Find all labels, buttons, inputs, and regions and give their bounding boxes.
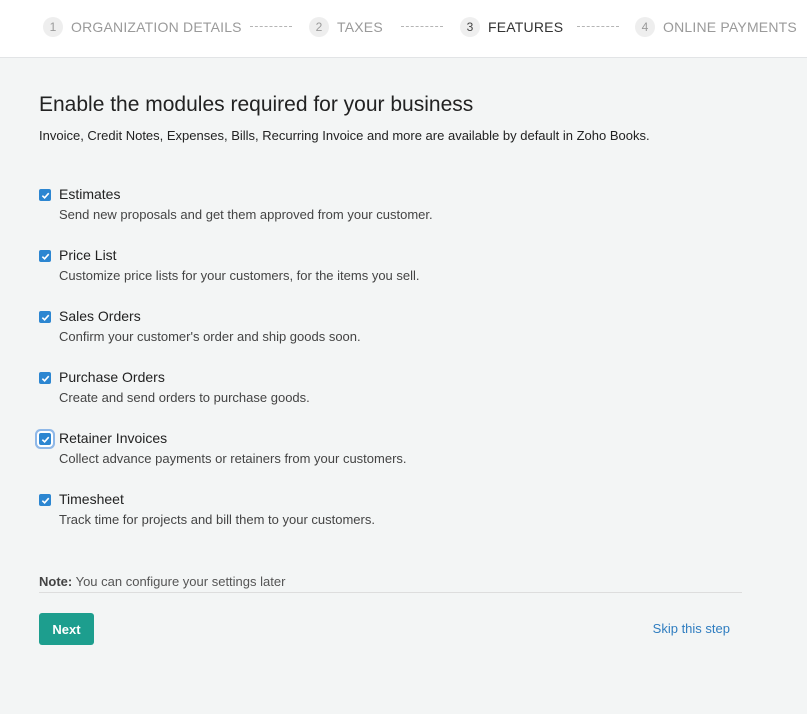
step-label: ONLINE PAYMENTS <box>663 18 797 35</box>
feature-title: Retainer Invoices <box>59 430 168 446</box>
settings-note: Note: You can configure your settings la… <box>39 574 742 593</box>
check-icon <box>41 436 49 443</box>
feature-title: Estimates <box>59 186 121 202</box>
step-separator <box>401 26 443 27</box>
step-online-payments: 4 ONLINE PAYMENTS <box>635 16 797 37</box>
feature-timesheet: Timesheet Track time for projects and bi… <box>39 491 639 539</box>
step-number: 4 <box>635 16 655 37</box>
feature-title: Sales Orders <box>59 308 141 324</box>
feature-price-list: Price List Customize price lists for you… <box>39 247 639 295</box>
step-number: 3 <box>460 16 480 37</box>
step-taxes: 2 TAXES <box>309 16 383 37</box>
page-title: Enable the modules required for your bus… <box>39 93 474 116</box>
step-separator <box>250 26 292 27</box>
page-subtitle: Invoice, Credit Notes, Expenses, Bills, … <box>39 128 650 143</box>
feature-description: Collect advance payments or retainers fr… <box>59 451 407 466</box>
feature-title: Timesheet <box>59 491 124 507</box>
price-list-checkbox[interactable] <box>39 250 51 262</box>
retainer-invoices-checkbox[interactable] <box>39 433 51 445</box>
estimates-checkbox[interactable] <box>39 189 51 201</box>
feature-description: Send new proposals and get them approved… <box>59 207 433 222</box>
check-icon <box>41 192 49 199</box>
timesheet-checkbox[interactable] <box>39 494 51 506</box>
sales-orders-checkbox[interactable] <box>39 311 51 323</box>
feature-description: Create and send orders to purchase goods… <box>59 390 310 405</box>
feature-description: Track time for projects and bill them to… <box>59 512 375 527</box>
check-icon <box>41 375 49 382</box>
feature-purchase-orders: Purchase Orders Create and send orders t… <box>39 369 639 417</box>
step-separator <box>577 26 619 27</box>
feature-title: Price List <box>59 247 117 263</box>
feature-description: Customize price lists for your customers… <box>59 268 420 283</box>
next-button[interactable]: Next <box>39 613 94 645</box>
check-icon <box>41 253 49 260</box>
check-icon <box>41 314 49 321</box>
step-number: 1 <box>43 16 63 37</box>
feature-estimates: Estimates Send new proposals and get the… <box>39 186 639 234</box>
feature-retainer-invoices: Retainer Invoices Collect advance paymen… <box>39 430 639 478</box>
step-number: 2 <box>309 16 329 37</box>
feature-title: Purchase Orders <box>59 369 165 385</box>
step-label: FEATURES <box>488 18 564 35</box>
setup-stepper: 1 ORGANIZATION DETAILS 2 TAXES 3 FEATURE… <box>0 0 807 58</box>
step-organization-details: 1 ORGANIZATION DETAILS <box>43 16 242 37</box>
step-label: ORGANIZATION DETAILS <box>71 18 242 35</box>
note-label: Note: <box>39 574 73 589</box>
note-text: You can configure your settings later <box>72 574 286 589</box>
check-icon <box>41 497 49 504</box>
step-features: 3 FEATURES <box>460 16 563 37</box>
step-label: TAXES <box>337 18 383 35</box>
feature-description: Confirm your customer's order and ship g… <box>59 329 361 344</box>
skip-step-link[interactable]: Skip this step <box>653 621 730 636</box>
feature-sales-orders: Sales Orders Confirm your customer's ord… <box>39 308 639 356</box>
purchase-orders-checkbox[interactable] <box>39 372 51 384</box>
